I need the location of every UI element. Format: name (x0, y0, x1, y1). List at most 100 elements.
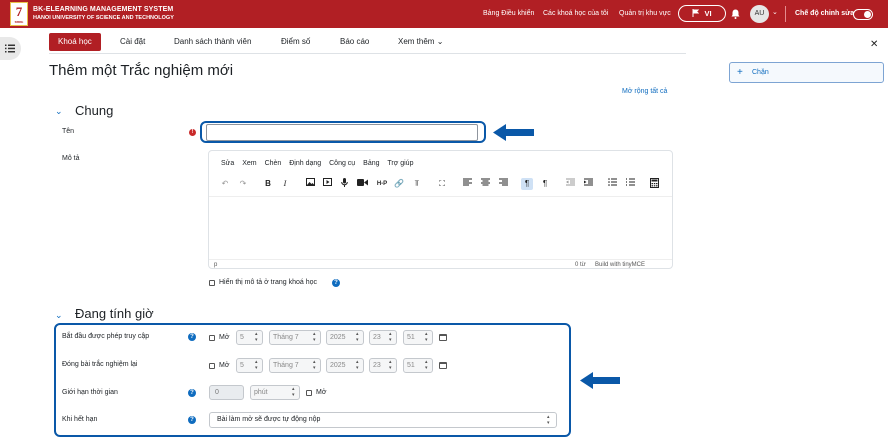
italic-icon[interactable]: I (279, 178, 291, 190)
secondary-navigation: Khoá học Cài đặt Danh sách thành viên Đi… (49, 33, 686, 54)
arrow-icon (580, 372, 620, 389)
show-description-checkbox[interactable] (209, 280, 215, 286)
tinymce-branding[interactable]: Build with tinyMCE (595, 262, 645, 268)
edit-mode-label: Chế độ chỉnh sửa (795, 10, 855, 17)
tab-course[interactable]: Khoá học (49, 33, 101, 51)
align-right-icon[interactable] (497, 178, 509, 190)
outdent-icon[interactable] (564, 178, 576, 190)
time-limit-input[interactable]: 0 (209, 385, 244, 400)
open-month-select[interactable]: Tháng 7 (269, 330, 321, 345)
time-limit-enable-checkbox[interactable] (306, 390, 312, 396)
menu-format[interactable]: Định dạng (289, 160, 321, 167)
top-navbar: 7 ĐHBK BK-ELEARNING MANAGEMENT SYSTEM HAN… (0, 0, 888, 28)
image-icon[interactable] (304, 178, 316, 190)
bullet-list-icon[interactable] (606, 178, 618, 190)
menu-help[interactable]: Trợ giúp (387, 160, 413, 167)
section-timing-heading[interactable]: Đang tính giờ (75, 306, 154, 321)
open-hour-select[interactable]: 23 (369, 330, 397, 345)
nav-dashboard[interactable]: Bảng Điều khiển (483, 10, 534, 17)
align-center-icon[interactable] (479, 178, 491, 190)
media-icon[interactable] (321, 178, 333, 190)
element-path[interactable]: p (214, 262, 217, 268)
name-input[interactable] (206, 124, 478, 141)
menu-view[interactable]: Xem (242, 160, 256, 167)
when-expires-label: Khi hết hạn (62, 416, 98, 423)
edit-mode-toggle[interactable] (853, 9, 873, 20)
time-limit-enable-label: Mở (316, 389, 327, 396)
tab-settings[interactable]: Cài đặt (120, 37, 145, 46)
calendar-icon[interactable] (439, 362, 447, 369)
word-count[interactable]: 0 từ (575, 262, 586, 268)
unlink-icon[interactable]: ⫪ (411, 178, 423, 190)
numbered-list-icon[interactable] (624, 178, 636, 190)
user-avatar[interactable]: AU (750, 5, 769, 23)
block-drawer (720, 28, 888, 439)
calendar-icon[interactable] (439, 334, 447, 341)
help-icon[interactable]: ? (188, 333, 196, 341)
university-logo[interactable]: 7 ĐHBK (10, 2, 28, 26)
menu-insert[interactable]: Chèn (265, 160, 282, 167)
calculator-icon[interactable] (648, 178, 660, 190)
add-block-button[interactable]: + Chặn (729, 62, 884, 83)
when-expires-select[interactable]: Bài làm mở sẽ được tự động nộp (209, 412, 557, 428)
link-icon[interactable]: 🔗 (393, 178, 405, 190)
help-icon[interactable]: ? (188, 389, 196, 397)
microphone-icon[interactable] (338, 178, 350, 190)
rtl-icon[interactable]: ¶ (539, 178, 551, 190)
close-minute-select[interactable]: 51 (403, 358, 433, 373)
tab-participants[interactable]: Danh sách thành viên (174, 37, 251, 46)
indent-icon[interactable] (582, 178, 594, 190)
fullscreen-icon[interactable]: ⛶ (436, 178, 448, 190)
open-enable-checkbox[interactable] (209, 335, 215, 341)
course-index-button[interactable] (0, 37, 21, 60)
arrow-icon (493, 124, 534, 141)
menu-edit[interactable]: Sửa (221, 160, 234, 167)
open-day-select[interactable]: 5 (236, 330, 263, 345)
h5p-icon[interactable]: H-P (374, 178, 390, 190)
editor-content-area[interactable] (209, 196, 672, 258)
close-month-select[interactable]: Tháng 7 (269, 358, 321, 373)
section-general-heading[interactable]: Chung (75, 103, 113, 118)
chevron-down-icon[interactable]: ⌄ (772, 8, 778, 16)
redo-icon[interactable]: ↷ (237, 178, 249, 190)
close-icon[interactable]: ✕ (870, 39, 878, 50)
open-year-select[interactable]: 2025 (326, 330, 364, 345)
chevron-down-icon[interactable]: ⌄ (55, 310, 63, 321)
close-enable-label: Mở (219, 362, 230, 369)
nav-site-admin[interactable]: Quản trị khu vực (619, 10, 671, 17)
close-enable-checkbox[interactable] (209, 363, 215, 369)
help-icon[interactable]: ? (332, 279, 340, 287)
language-button[interactable]: VI (678, 5, 726, 22)
time-limit-label: Giới hạn thời gian (62, 389, 118, 396)
help-icon[interactable]: ? (188, 416, 196, 424)
time-limit-unit-select[interactable]: phút (250, 385, 300, 400)
close-year-select[interactable]: 2025 (326, 358, 364, 373)
plus-icon: + (737, 67, 743, 78)
bell-icon[interactable] (731, 9, 740, 19)
divider (785, 6, 786, 22)
ltr-icon[interactable]: ¶ (521, 178, 533, 190)
menu-table[interactable]: Bảng (363, 160, 379, 167)
undo-icon[interactable]: ↶ (219, 178, 231, 190)
bold-icon[interactable]: B (262, 178, 274, 190)
nav-my-courses[interactable]: Các khoá học của tôi (543, 10, 608, 17)
video-icon[interactable] (356, 178, 368, 190)
expand-all-link[interactable]: Mở rộng tất cả (622, 88, 667, 95)
tab-reports[interactable]: Báo cáo (340, 37, 369, 46)
add-block-label: Chặn (752, 69, 769, 76)
brand-subtitle: HANOI UNIVERSITY OF SCIENCE AND TECHNOLO… (33, 15, 174, 21)
menu-tools[interactable]: Công cụ (329, 160, 355, 167)
close-date-label: Đóng bài trắc nghiệm lại (62, 361, 138, 368)
align-left-icon[interactable] (461, 178, 473, 190)
show-description-label: Hiển thị mô tả ở trang khoá học (219, 279, 317, 286)
tab-grades[interactable]: Điểm số (281, 37, 310, 46)
close-day-select[interactable]: 5 (236, 358, 263, 373)
close-hour-select[interactable]: 23 (369, 358, 397, 373)
description-editor[interactable]: Sửa Xem Chèn Định dạng Công cụ Bảng Trợ … (208, 150, 673, 269)
editor-statusbar: p 0 từ Build with tinyMCE (209, 259, 672, 269)
description-label: Mô tả (62, 155, 80, 162)
flag-icon (692, 9, 700, 17)
chevron-down-icon[interactable]: ⌄ (55, 106, 63, 117)
tab-more[interactable]: Xem thêm ⌄ (398, 37, 443, 46)
open-minute-select[interactable]: 51 (403, 330, 433, 345)
